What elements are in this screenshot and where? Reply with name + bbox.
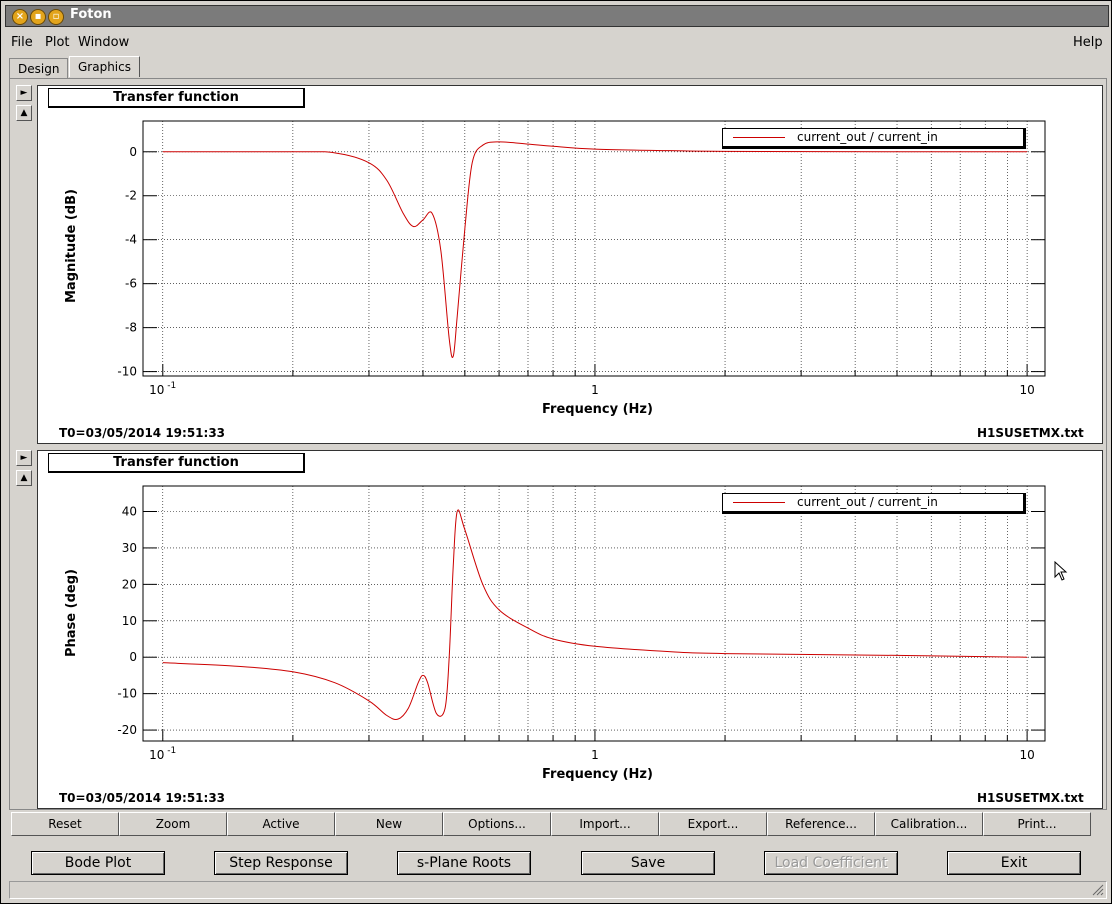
collapse-arrow-icon[interactable]: ▲ (16, 105, 32, 121)
y-tick-label: -10 (117, 687, 137, 701)
x-tick-label: 10 (1019, 383, 1034, 397)
x-tick-label: 1 (591, 383, 599, 397)
expand-arrow-icon[interactable]: ► (16, 85, 32, 101)
y-tick-label: 40 (122, 505, 137, 519)
y-tick-label: -4 (125, 233, 137, 247)
export-button[interactable]: Export... (659, 812, 767, 836)
load-coefficient-button: Load Coefficient (764, 851, 898, 875)
y-tick-label: 0 (129, 145, 137, 159)
y-axis-label: Phase (deg) (64, 569, 79, 657)
x-tick-exponent: -1 (167, 381, 176, 391)
tab-graphics[interactable]: Graphics (69, 56, 140, 77)
tab-bar: Design Graphics (9, 56, 1105, 79)
s-plane-roots-button[interactable]: s-Plane Roots (397, 851, 531, 875)
y-tick-label: 20 (122, 577, 137, 591)
import-button[interactable]: Import... (551, 812, 659, 836)
y-tick-label: -20 (117, 723, 137, 737)
active-button[interactable]: Active (227, 812, 335, 836)
x-axis-label: Frequency (Hz) (542, 767, 653, 782)
graphics-pane: ► ▲ ► ▲ Transfer function 0 -2 -4 -6 -8 -10 10… (9, 78, 1107, 810)
y-tick-label: -6 (125, 277, 137, 291)
t0-timestamp: T0=03/05/2014 19:51:33 (59, 426, 226, 440)
x-tick-exponent: -1 (167, 746, 176, 756)
file-name: H1SUSETMX.txt (977, 426, 1084, 440)
minimize-icon[interactable]: ▫ (48, 9, 64, 25)
legend-label: current_out / current_in (797, 130, 938, 144)
x-tick-label: 10 (149, 748, 164, 762)
title-bar[interactable]: × ▪ ▫ Foton (5, 5, 1109, 27)
legend-label: current_out / current_in (797, 495, 938, 509)
y-tick-label: -8 (125, 321, 137, 335)
legend: current_out / current_in (722, 128, 1026, 149)
print-button[interactable]: Print... (983, 812, 1091, 836)
resize-grip-icon[interactable] (1092, 884, 1104, 896)
t0-timestamp: T0=03/05/2014 19:51:33 (59, 791, 226, 805)
menu-plot[interactable]: Plot (45, 35, 70, 50)
menu-window[interactable]: Window (78, 35, 129, 50)
legend-line (733, 137, 785, 138)
exit-button[interactable]: Exit (947, 851, 1081, 875)
plot-frame (142, 485, 1046, 742)
reset-button[interactable]: Reset (11, 812, 119, 836)
window-title: Foton (70, 7, 112, 22)
menu-bar: File Plot Window Help (5, 31, 1107, 53)
file-name: H1SUSETMX.txt (977, 791, 1084, 805)
reference-button[interactable]: Reference... (767, 812, 875, 836)
bode-plot-button[interactable]: Bode Plot (31, 851, 165, 875)
legend: current_out / current_in (722, 493, 1026, 514)
y-tick-label: 0 (129, 650, 137, 664)
zoom-button[interactable]: Zoom (119, 812, 227, 836)
expand-arrow-icon[interactable]: ► (16, 450, 32, 466)
menu-help[interactable]: Help (1073, 35, 1103, 50)
x-tick-label: 10 (149, 383, 164, 397)
tab-design[interactable]: Design (9, 58, 69, 79)
status-bar (9, 881, 1107, 899)
x-axis-label: Frequency (Hz) (542, 402, 653, 417)
foton-window: × ▪ ▫ Foton File Plot Window Help Design… (0, 0, 1112, 904)
y-tick-label: 10 (122, 614, 137, 628)
magnitude-plot-canvas[interactable]: Transfer function 0 -2 -4 -6 -8 -10 10 -1 1 10 Ma… (37, 85, 1103, 444)
mouse-cursor-icon (1054, 561, 1068, 581)
save-button[interactable]: Save (581, 851, 715, 875)
plot-toolbar: Reset Zoom Active New Options... Import.… (11, 812, 1095, 836)
x-tick-label: 1 (591, 748, 599, 762)
new-button[interactable]: New (335, 812, 443, 836)
options-button[interactable]: Options... (443, 812, 551, 836)
y-tick-label: -2 (125, 189, 137, 203)
phase-plot-canvas[interactable]: Transfer function 40 30 20 10 0 -10 -20 10 -1 1 10… (37, 450, 1103, 809)
restore-icon[interactable]: ▪ (30, 9, 46, 25)
menu-file[interactable]: File (11, 35, 33, 50)
y-tick-label: -10 (117, 365, 137, 379)
series-line (162, 509, 1028, 721)
legend-line (733, 502, 785, 503)
step-response-button[interactable]: Step Response (214, 851, 348, 875)
y-tick-label: 30 (122, 541, 137, 555)
collapse-arrow-icon[interactable]: ▲ (16, 470, 32, 486)
plot-frame (142, 120, 1046, 377)
calibration-button[interactable]: Calibration... (875, 812, 983, 836)
y-axis-label: Magnitude (dB) (64, 189, 79, 303)
x-tick-label: 10 (1019, 748, 1034, 762)
close-icon[interactable]: × (12, 9, 28, 25)
